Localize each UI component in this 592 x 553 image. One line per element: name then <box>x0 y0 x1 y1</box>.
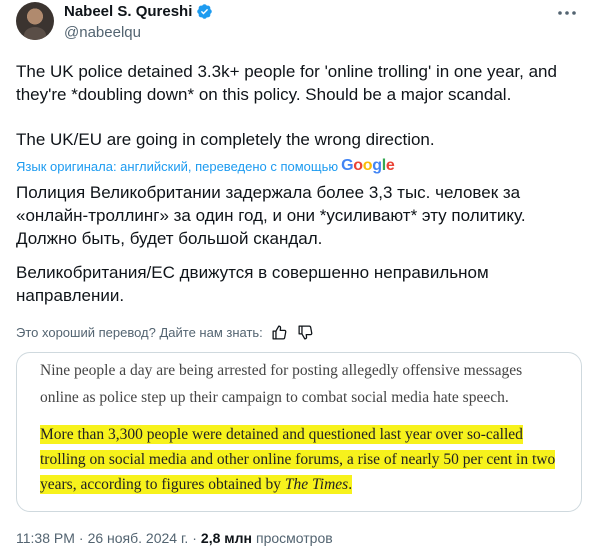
author-avatar[interactable] <box>16 2 54 40</box>
tweet: Nabeel S. Qureshi @nabeelqu The UK polic… <box>0 0 592 553</box>
meta-separator-2: · <box>192 530 197 546</box>
meta-separator: · <box>78 530 84 546</box>
article-lead: Nine people a day are being arrested for… <box>40 362 523 406</box>
thumbs-down-icon[interactable] <box>297 323 315 341</box>
highlight-end: . <box>348 476 353 493</box>
tweet-text-paragraph-1: The UK police detained 3.3k+ people for … <box>16 62 557 104</box>
article-excerpt: Nine people a day are being arrested for… <box>40 357 560 497</box>
attached-article-image[interactable]: Nine people a day are being arrested for… <box>16 352 582 512</box>
article-highlight: More than 3,300 people were detained and… <box>40 422 560 497</box>
author-name[interactable]: Nabeel S. Qureshi <box>64 3 192 20</box>
verified-badge-icon[interactable] <box>196 3 213 20</box>
tweet-text-paragraph-2: The UK/EU are going in completely the wr… <box>16 130 435 149</box>
tweet-meta: 11:38 PM · 26 нояб. 2024 г. · 2,8 млн пр… <box>16 530 333 546</box>
highlight-source: The Times <box>284 476 349 493</box>
tweet-date[interactable]: 26 нояб. 2024 г. <box>88 530 189 546</box>
translation-note[interactable]: Язык оригинала: английский, переведено с… <box>16 157 395 175</box>
author-handle[interactable]: @nabeelqu <box>64 24 141 41</box>
translated-paragraph-1: Полиция Великобритании задержала более 3… <box>16 183 526 248</box>
translated-paragraph-2: Великобритания/ЕС движутся в совершенно … <box>16 263 489 305</box>
more-options-icon[interactable] <box>556 6 578 20</box>
feedback-prompt: Это хороший перевод? Дайте нам знать: <box>16 324 263 340</box>
author-name-row: Nabeel S. Qureshi <box>64 3 213 20</box>
translation-feedback: Это хороший перевод? Дайте нам знать: <box>16 323 315 341</box>
thumbs-up-icon[interactable] <box>271 323 289 341</box>
google-logo: Google <box>341 157 395 174</box>
translation-note-text: Язык оригинала: английский, переведено с… <box>16 158 339 174</box>
views-count: 2,8 млн <box>200 530 252 546</box>
tweet-time[interactable]: 11:38 PM <box>16 530 75 546</box>
views-label: просмотров <box>255 530 333 546</box>
